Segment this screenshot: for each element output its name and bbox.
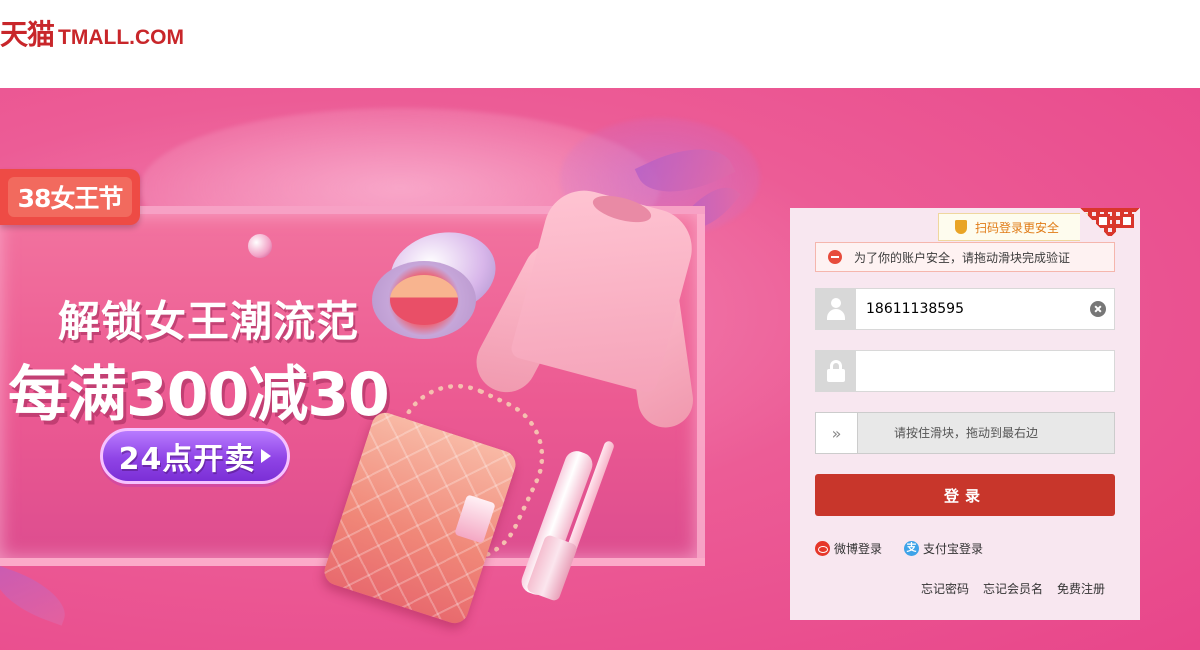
username-input[interactable] bbox=[856, 289, 1090, 329]
clear-icon[interactable] bbox=[1090, 301, 1106, 317]
weibo-login-label: 微博登录 bbox=[834, 542, 883, 556]
password-input[interactable] bbox=[856, 351, 1114, 391]
logo-english: TMALL.COM bbox=[58, 26, 184, 49]
weibo-login-link[interactable]: 微博登录 bbox=[815, 540, 882, 557]
compact-product-image bbox=[372, 222, 504, 343]
error-message: 为了你的账户安全，请拖动滑块完成验证 bbox=[815, 242, 1115, 272]
banner-headline: 解锁女王潮流范 bbox=[58, 297, 360, 346]
alt-login-options: 微博登录 支 支付宝登录 bbox=[815, 540, 1005, 557]
header: 天猫 TMALL.COM bbox=[0, 0, 1200, 88]
lock-icon bbox=[816, 351, 856, 391]
error-icon bbox=[828, 250, 842, 264]
sweater-product-image bbox=[465, 181, 701, 448]
festival-tag: 38女王节 bbox=[0, 169, 140, 225]
play-arrow-icon bbox=[261, 449, 272, 463]
double-chevron-right-icon: » bbox=[831, 423, 842, 443]
logo-chinese: 天猫 bbox=[0, 18, 55, 51]
login-panel: 扫码登录更安全 为了你的账户安全，请拖动滑块完成验证 » 请按住滑块，拖动到最右… bbox=[790, 208, 1140, 620]
forgot-password-link[interactable]: 忘记密码 bbox=[921, 580, 969, 597]
festival-tag-text: 38女王节 bbox=[7, 177, 133, 217]
register-link[interactable]: 免费注册 bbox=[1057, 580, 1105, 597]
slider-hint: 请按住滑块，拖动到最右边 bbox=[894, 426, 1039, 440]
alipay-icon: 支 bbox=[904, 541, 920, 556]
sale-time-button[interactable]: 24点开卖 bbox=[100, 428, 290, 484]
tmall-logo[interactable]: 天猫 TMALL.COM bbox=[0, 18, 184, 52]
weibo-icon bbox=[815, 541, 830, 556]
alipay-login-label: 支付宝登录 bbox=[923, 542, 984, 556]
user-icon bbox=[816, 289, 856, 329]
qr-login-tip-text: 扫码登录更安全 bbox=[975, 220, 1060, 235]
password-field bbox=[815, 350, 1115, 392]
slider-captcha: » 请按住滑块，拖动到最右边 bbox=[815, 412, 1115, 454]
banner-discount: 每满300减30 bbox=[8, 360, 390, 430]
login-button[interactable]: 登录 bbox=[815, 474, 1115, 516]
lipgloss-product-image bbox=[515, 438, 616, 603]
ornament-ball bbox=[248, 234, 272, 258]
decorative-leaf bbox=[0, 565, 74, 626]
sale-time-label: 24点开卖 bbox=[118, 442, 256, 477]
slider-handle[interactable]: » bbox=[816, 413, 858, 453]
account-links: 忘记密码 忘记会员名 免费注册 bbox=[907, 580, 1105, 597]
error-message-text: 为了你的账户安全，请拖动滑块完成验证 bbox=[854, 250, 1071, 265]
username-field bbox=[815, 288, 1115, 330]
forgot-username-link[interactable]: 忘记会员名 bbox=[983, 580, 1043, 597]
alipay-login-link[interactable]: 支 支付宝登录 bbox=[904, 540, 983, 557]
qr-login-tip[interactable]: 扫码登录更安全 bbox=[938, 213, 1088, 241]
handbag-product-image bbox=[320, 364, 564, 627]
shield-icon bbox=[955, 220, 967, 234]
